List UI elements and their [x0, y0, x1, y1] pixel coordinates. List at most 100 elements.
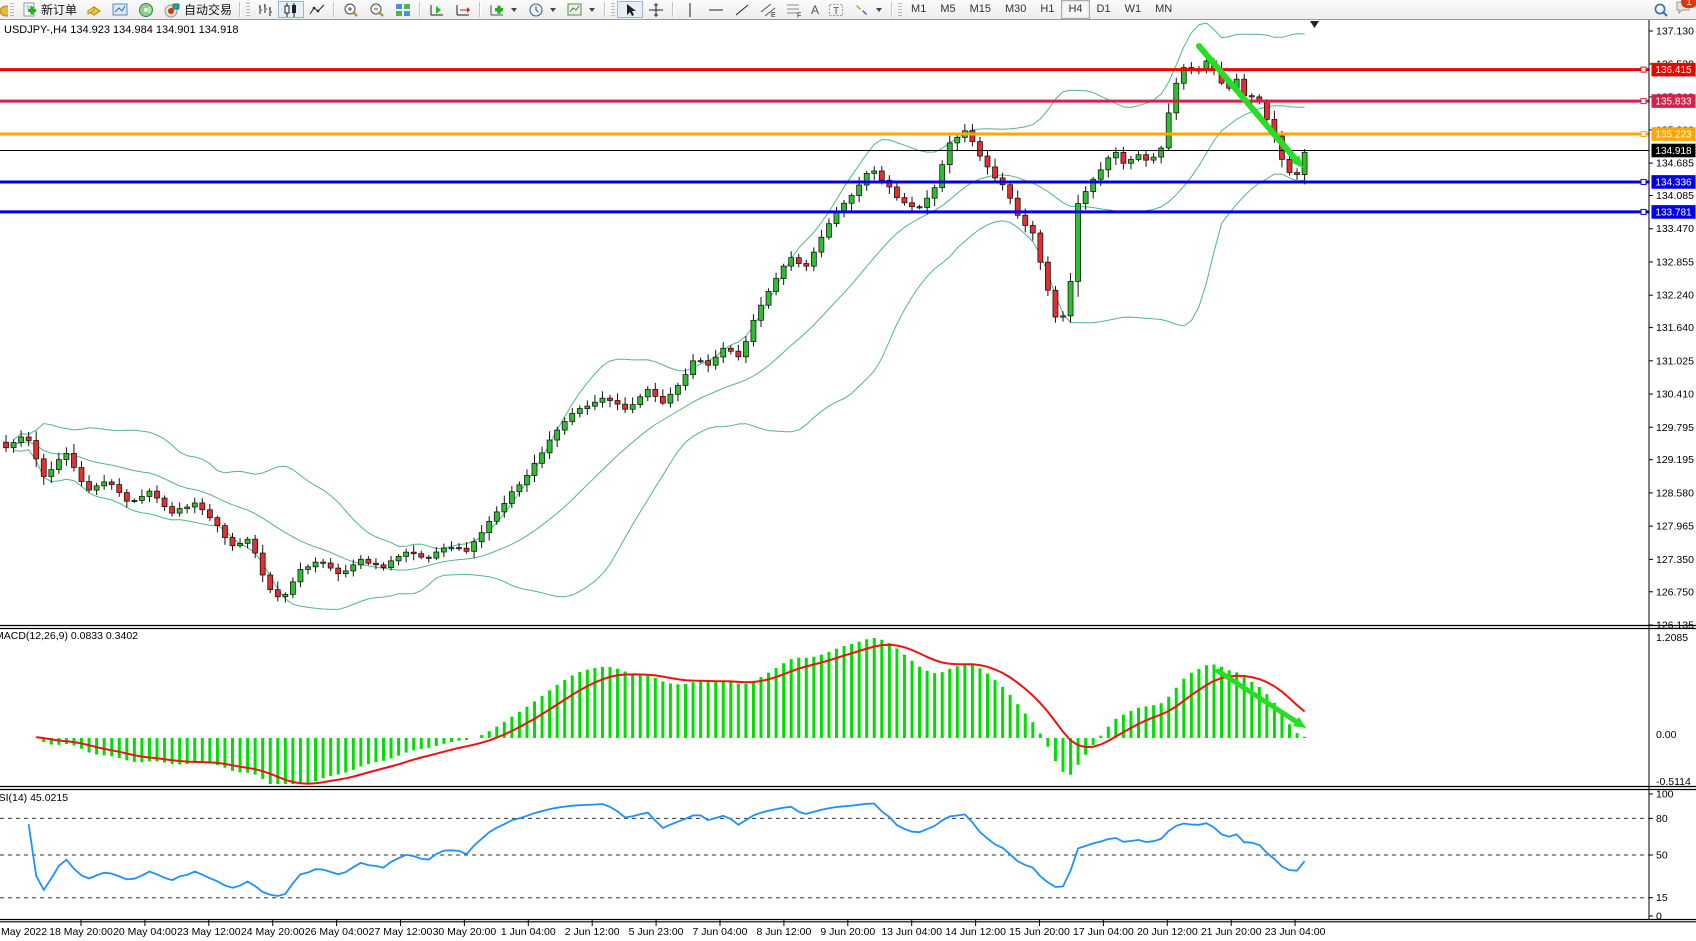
- bear-candle: [1008, 185, 1013, 198]
- price-tick-label: 127.965: [1656, 521, 1694, 533]
- auto-scroll-icon: [428, 2, 446, 18]
- bull-candle: [849, 195, 854, 203]
- fibonacci-tool-button[interactable]: F: [781, 1, 807, 18]
- bull-candle: [1136, 155, 1141, 160]
- line-chart-mode-button[interactable]: [304, 1, 330, 18]
- bollinger-bands: [14, 23, 1305, 609]
- auto-trading-label: 自动交易: [184, 1, 232, 18]
- bear-candle: [207, 510, 212, 518]
- market-watch-button[interactable]: [81, 1, 107, 18]
- arrows-tool-icon: [853, 2, 871, 18]
- bull-candle: [774, 279, 779, 292]
- trend-arrow-main[interactable]: [1199, 46, 1303, 168]
- price-tick-label: 126.750: [1656, 586, 1694, 598]
- notifications-button[interactable]: 1: [1674, 0, 1692, 20]
- charts-window-button[interactable]: [107, 1, 133, 18]
- bull-candle: [132, 500, 137, 501]
- candlestick-mode-button[interactable]: [278, 1, 304, 18]
- crosshair-icon: [647, 2, 665, 18]
- line-anchor-marker[interactable]: [1641, 132, 1646, 137]
- add-indicator-button[interactable]: [484, 1, 523, 18]
- chart-shift-marker[interactable]: [1310, 21, 1319, 28]
- svg-text:F: F: [797, 12, 801, 18]
- chart-shift-button[interactable]: [450, 1, 476, 18]
- channel-icon: E: [759, 2, 777, 18]
- zoom-in-button[interactable]: [338, 1, 364, 18]
- bull-candle: [668, 394, 673, 403]
- timeframe-M5[interactable]: M5: [933, 0, 962, 19]
- bull-candle: [290, 582, 295, 595]
- tile-windows-icon: [394, 2, 412, 18]
- zoom-out-button[interactable]: [364, 1, 390, 18]
- line-anchor-marker[interactable]: [1641, 179, 1646, 184]
- bull-candle: [1068, 281, 1073, 316]
- text-tool-button[interactable]: A: [807, 1, 823, 18]
- timeframe-M1[interactable]: M1: [904, 0, 933, 19]
- bear-candle: [381, 565, 386, 568]
- bull-candle: [955, 137, 960, 143]
- separator: [479, 2, 481, 17]
- fibonacci-icon: F: [785, 2, 803, 18]
- bear-candle: [977, 142, 982, 156]
- timeframe-M15[interactable]: M15: [963, 0, 998, 19]
- bear-candle: [26, 437, 31, 441]
- auto-scroll-button[interactable]: [424, 1, 450, 18]
- price-tick-label: 129.195: [1656, 454, 1694, 466]
- bear-candle: [1030, 225, 1035, 233]
- toolbar-drag-handle[interactable]: [898, 3, 902, 17]
- timeframe-W1[interactable]: W1: [1118, 0, 1149, 19]
- template-button[interactable]: [562, 1, 601, 18]
- clipped-toolbar-icon[interactable]: [0, 2, 8, 18]
- bear-candle: [426, 557, 431, 558]
- timeframe-D1[interactable]: D1: [1090, 0, 1118, 19]
- price-tick-label: 126.135: [1656, 620, 1694, 632]
- cursor-tool-button[interactable]: [617, 1, 643, 18]
- bull-candle: [192, 503, 197, 507]
- line-anchor-marker[interactable]: [1641, 209, 1646, 214]
- bear-candle: [736, 351, 741, 357]
- bull-candle: [872, 171, 877, 173]
- trendline-tool-button[interactable]: [729, 1, 755, 18]
- timeframe-H1[interactable]: H1: [1033, 0, 1061, 19]
- time-tick-label: 23 Jun 04:00: [1265, 926, 1326, 938]
- separator: [672, 2, 674, 17]
- bollinger-lower-band: [14, 174, 1305, 609]
- time-tick-label: 8 Jun 12:00: [756, 926, 811, 938]
- horizontal-line-tool-button[interactable]: [703, 1, 729, 18]
- bear-candle: [200, 503, 205, 510]
- period-button[interactable]: [523, 1, 562, 18]
- timeframe-MN[interactable]: MN: [1148, 0, 1179, 19]
- vertical-line-tool-button[interactable]: [677, 1, 703, 18]
- bar-chart-mode-button[interactable]: [252, 1, 278, 18]
- bull-candle: [524, 475, 529, 484]
- line-anchor-marker[interactable]: [1641, 99, 1646, 104]
- bull-candle: [713, 357, 718, 365]
- timeframe-M30[interactable]: M30: [998, 0, 1033, 19]
- bull-candle: [683, 375, 688, 386]
- crosshair-tool-button[interactable]: [643, 1, 669, 18]
- new-order-button[interactable]: 新订单: [16, 1, 81, 18]
- bull-candle: [517, 485, 522, 492]
- bear-candle: [170, 507, 175, 514]
- search-button[interactable]: [1648, 1, 1674, 18]
- arrows-tool-button[interactable]: [849, 1, 888, 18]
- svg-text:E: E: [771, 12, 776, 18]
- bull-candle: [600, 398, 605, 402]
- signals-button[interactable]: [133, 1, 159, 18]
- bar-chart-icon: [256, 2, 274, 18]
- channel-tool-button[interactable]: E: [755, 1, 781, 18]
- label-tool-button[interactable]: T: [823, 1, 849, 18]
- timeframe-H4[interactable]: H4: [1061, 0, 1089, 19]
- toolbar-drag-handle[interactable]: [246, 3, 250, 17]
- label-tool-icon: T: [827, 2, 845, 18]
- chart-canvas[interactable]: 137.130136.520135.910135.300134.685134.0…: [0, 0, 1696, 941]
- new-order-label: 新订单: [41, 1, 77, 18]
- bear-candle: [902, 198, 907, 203]
- bear-candle: [366, 559, 371, 563]
- separator: [419, 2, 421, 17]
- line-anchor-marker[interactable]: [1641, 67, 1646, 72]
- tile-windows-button[interactable]: [390, 1, 416, 18]
- auto-trading-button[interactable]: 自动交易: [159, 1, 236, 18]
- toolbar-drag-handle[interactable]: [10, 3, 14, 17]
- toolbar-drag-handle[interactable]: [611, 3, 615, 17]
